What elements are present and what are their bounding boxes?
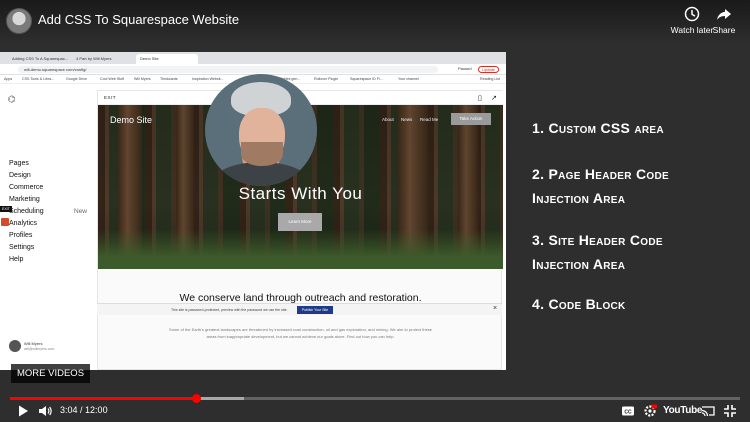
browser-tab-active[interactable]: Demo Site — [136, 54, 198, 64]
site-nav-news[interactable]: News — [401, 117, 412, 122]
bookmark-item[interactable]: Squarespace ID Fi... — [350, 77, 383, 81]
bookmark-item[interactable]: Apps — [4, 77, 12, 81]
bookmark-item[interactable]: Will Myers — [134, 77, 151, 81]
browser-tab-bar: Adding CSS To A Squarespac... 4 Part by … — [0, 52, 506, 64]
new-badge: New — [74, 208, 88, 215]
checklist-item-2: 2. Page Header Code Injection Area — [532, 166, 669, 206]
share-arrow-icon — [717, 9, 731, 20]
forest-floor — [98, 229, 503, 269]
share-label: Share — [712, 25, 736, 35]
reading-list[interactable]: Reading List — [480, 77, 500, 81]
bookmark-item[interactable]: CSS Tools & Libra... — [22, 77, 54, 81]
video-title[interactable]: Add CSS To Squarespace Website — [38, 12, 239, 27]
site-name[interactable]: Demo Site — [110, 115, 152, 125]
exit-fullscreen-icon[interactable] — [723, 404, 737, 418]
bookmark-item[interactable]: Cool Web Stuff — [100, 77, 124, 81]
checklist-item-4: 4. Code Block — [532, 296, 626, 312]
bookmark-item[interactable]: Your channel — [398, 77, 419, 81]
browser-tab[interactable]: 4 Part by Will Myers — [72, 54, 134, 64]
sidebar-item-marketing[interactable]: Marketing — [9, 196, 40, 203]
bookmark-item[interactable]: Rollover Plugin — [314, 77, 338, 81]
site-nav-read-me[interactable]: Read Me — [420, 117, 438, 122]
take-action-button[interactable]: Take Action — [451, 113, 491, 125]
channel-avatar[interactable] — [6, 8, 32, 34]
close-icon[interactable]: × — [493, 305, 497, 312]
address-bar: will-demo.squarespace.com/config/ Paused… — [0, 64, 506, 75]
checklist-item-1: 1. Custom CSS area — [532, 120, 664, 136]
progress-bar[interactable] — [10, 394, 740, 403]
player-top-bar: Add CSS To Squarespace Website Watch lat… — [0, 0, 750, 44]
expand-icon[interactable]: ↗ — [491, 94, 497, 102]
hero-heading: Starts With You — [238, 184, 363, 203]
play-icon[interactable] — [16, 404, 30, 418]
user-name: Will Myers — [24, 341, 43, 346]
password-banner: This site is password-protected, preview… — [97, 303, 502, 315]
presenter-beard — [241, 142, 283, 166]
sidebar-item-help[interactable]: Help — [9, 256, 23, 263]
content-body: Some of the Earth's greatest landscapes … — [168, 327, 433, 339]
sidebar-item-scheduling[interactable]: Scheduling — [9, 208, 44, 215]
share-button[interactable]: Share — [700, 6, 748, 35]
clock-icon — [684, 6, 700, 22]
bookmark-item[interactable]: Thinkcards — [160, 77, 178, 81]
user-email: will@willmyers.com — [24, 347, 55, 351]
bookmark-item[interactable]: Inspiration Websit... — [192, 77, 224, 81]
update-button[interactable]: Update — [478, 66, 499, 73]
exit-edit-label[interactable]: EXIT — [104, 95, 116, 100]
banner-text: This site is password-protected, preview… — [171, 308, 288, 312]
exit-tag[interactable]: EXIT — [0, 206, 12, 212]
youtube-logo-text: YouTube — [663, 405, 703, 416]
captions-icon[interactable]: CC — [621, 404, 635, 418]
sidebar-item-commerce[interactable]: Commerce — [9, 184, 43, 191]
presenter-webcam — [205, 74, 317, 186]
bookmark-item[interactable]: Google Drive — [66, 77, 87, 81]
sidebar-item-design[interactable]: Design — [9, 172, 31, 179]
time-separator: / — [77, 405, 86, 415]
learn-more-button[interactable]: Learn More — [278, 213, 322, 231]
sidebar-item-pages[interactable]: Pages — [9, 160, 29, 167]
squarespace-logo-icon[interactable]: ⌬ — [8, 94, 16, 105]
video-player[interactable]: Add CSS To Squarespace Website Watch lat… — [0, 0, 750, 422]
volume-icon[interactable] — [38, 404, 52, 418]
svg-text:CC: CC — [624, 409, 632, 415]
sidebar-item-profiles[interactable]: Profiles — [9, 232, 32, 239]
checklist-item-3: 3. Site Header Code Injection Area — [532, 232, 663, 272]
sidebar-item-analytics[interactable]: Analytics — [9, 220, 37, 227]
played-bar — [10, 397, 197, 400]
sidebar-item-settings[interactable]: Settings — [9, 244, 34, 251]
browser-tab[interactable]: Adding CSS To A Squarespac... — [8, 54, 70, 64]
site-nav-about[interactable]: About — [382, 117, 394, 122]
url-field[interactable]: will-demo.squarespace.com/config/ — [18, 66, 438, 73]
time-total: 12:00 — [85, 405, 108, 415]
time-current: 3:04 — [60, 405, 78, 415]
scrubber-handle[interactable] — [192, 394, 202, 403]
more-videos-button[interactable]: MORE VIDEOS — [11, 364, 91, 383]
extension-badge-icon[interactable] — [1, 218, 9, 226]
youtube-logo[interactable]: YouTube — [663, 405, 703, 416]
mobile-preview-icon[interactable]: ▯ — [478, 94, 482, 102]
publish-site-button[interactable]: Publish Your Site — [297, 306, 333, 314]
time-display: 3:04 / 12:00 — [60, 405, 108, 415]
settings-hd-icon[interactable] — [643, 404, 657, 418]
user-avatar[interactable] — [9, 340, 21, 352]
squarespace-sidebar: ⌬ Pages Design Commerce Marketing Schedu… — [0, 84, 92, 370]
cast-icon[interactable] — [701, 404, 715, 418]
profile-paused[interactable]: Paused — [458, 66, 472, 71]
